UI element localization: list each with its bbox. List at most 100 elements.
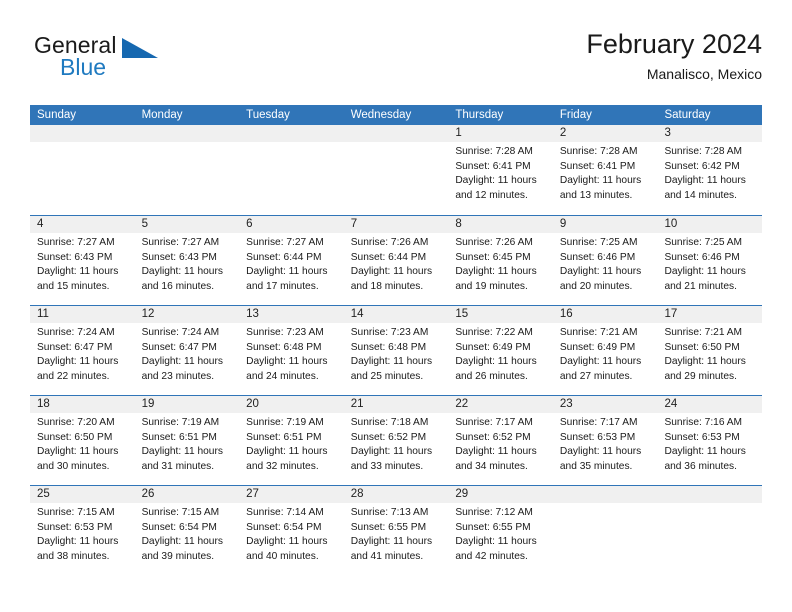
day-cell[interactable]: 29 Sunrise: 7:12 AM Sunset: 6:55 PM Dayligh…	[448, 486, 553, 575]
day-cell[interactable]: 24 Sunrise: 7:16 AM Sunset: 6:53 PM Dayligh…	[657, 396, 763, 485]
page-subtitle: Manalisco, Mexico	[646, 66, 762, 82]
day-cell[interactable]: 9 Sunrise: 7:25 AM Sunset: 6:46 PM Daylight…	[552, 216, 658, 305]
day-cell[interactable]: 13 Sunrise: 7:23 AM Sunset: 6:48 PM Dayligh…	[239, 306, 344, 395]
day-cell[interactable]: 8 Sunrise: 7:26 AM Sunset: 6:45 PM Daylight…	[448, 216, 553, 305]
day-info: Sunrise: 7:20 AM Sunset: 6:50 PM Daylight:…	[30, 413, 135, 474]
day-cell[interactable]: 23 Sunrise: 7:17 AM Sunset: 6:53 PM Dayligh…	[552, 396, 658, 485]
day-cell-empty	[552, 486, 658, 575]
day-sunrise-text: Sunrise: 7:23 AM	[350, 327, 429, 338]
day-daylight-1-text: Daylight: 11 hours	[559, 175, 642, 187]
day-cell[interactable]: 27 Sunrise: 7:14 AM Sunset: 6:54 PM Dayligh…	[239, 486, 344, 575]
day-cell[interactable]: 17 Sunrise: 7:21 AM Sunset: 6:50 PM Dayligh…	[657, 306, 763, 395]
day-sunset-text: Sunset: 6:52 PM	[350, 431, 427, 443]
logo-triangle-icon	[122, 38, 158, 58]
day-cell[interactable]: 1 Sunrise: 7:28 AM Sunset: 6:41 PM Daylight…	[448, 125, 553, 215]
day-cell[interactable]: 10 Sunrise: 7:25 AM Sunset: 6:46 PM Dayligh…	[657, 216, 763, 305]
day-cell[interactable]: 20 Sunrise: 7:19 AM Sunset: 6:51 PM Dayligh…	[239, 396, 344, 485]
day-cell-empty	[239, 125, 344, 215]
day-cell[interactable]: 6 Sunrise: 7:27 AM Sunset: 6:44 PM Daylight…	[239, 216, 344, 305]
day-number-band: 17	[657, 306, 763, 323]
day-cell[interactable]: 25 Sunrise: 7:15 AM Sunset: 6:53 PM Dayligh…	[30, 486, 135, 575]
day-sunrise-text: Sunrise: 7:13 AM	[350, 507, 429, 518]
day-daylight-2-text: and 32 minutes.	[246, 460, 319, 472]
day-sunset-text: Sunset: 6:41 PM	[455, 160, 531, 172]
day-cell-empty	[657, 486, 763, 575]
day-number: 17	[664, 308, 678, 320]
day-daylight-2-text: and 41 minutes.	[350, 550, 424, 562]
day-cell[interactable]: 21 Sunrise: 7:18 AM Sunset: 6:52 PM Dayligh…	[343, 396, 449, 485]
day-daylight-1-text: Daylight: 11 hours	[455, 536, 537, 548]
calendar-page: General Blue February 2024 Manalisco, Me…	[0, 0, 792, 612]
day-number-band	[30, 125, 135, 142]
day-sunset-text: Sunset: 6:51 PM	[141, 431, 217, 443]
day-daylight-2-text: and 39 minutes.	[141, 550, 215, 562]
day-cell[interactable]: 18 Sunrise: 7:20 AM Sunset: 6:50 PM Dayligh…	[30, 396, 135, 485]
day-info: Sunrise: 7:23 AM Sunset: 6:48 PM Daylight:…	[344, 323, 449, 384]
day-cell[interactable]: 22 Sunrise: 7:17 AM Sunset: 6:52 PM Dayligh…	[448, 396, 553, 485]
day-sunrise-text: Sunrise: 7:16 AM	[664, 417, 743, 428]
day-sunrise-text: Sunrise: 7:21 AM	[559, 327, 638, 338]
day-daylight-2-text: and 15 minutes.	[37, 280, 110, 292]
day-info: Sunrise: 7:23 AM Sunset: 6:48 PM Daylight:…	[239, 323, 344, 384]
day-number-band: 11	[30, 306, 135, 323]
day-daylight-1-text: Daylight: 11 hours	[37, 446, 119, 458]
day-number: 5	[141, 218, 148, 230]
day-number: 11	[37, 308, 49, 320]
day-cell[interactable]: 14 Sunrise: 7:23 AM Sunset: 6:48 PM Dayligh…	[343, 306, 449, 395]
day-cell[interactable]: 2 Sunrise: 7:28 AM Sunset: 6:41 PM Daylight…	[552, 125, 658, 215]
day-number: 6	[246, 218, 253, 230]
general-blue-logo[interactable]: General Blue	[34, 32, 234, 92]
day-sunset-text: Sunset: 6:42 PM	[664, 160, 740, 172]
day-number: 19	[141, 398, 155, 410]
day-info: Sunrise: 7:19 AM Sunset: 6:51 PM Daylight:…	[135, 413, 240, 474]
day-number-band: 5	[134, 216, 240, 233]
day-info: Sunrise: 7:13 AM Sunset: 6:55 PM Daylight:…	[344, 503, 449, 564]
day-cell[interactable]: 5 Sunrise: 7:27 AM Sunset: 6:43 PM Daylight…	[134, 216, 240, 305]
day-daylight-1-text: Daylight: 11 hours	[246, 266, 328, 278]
logo-text-blue: Blue	[60, 54, 107, 80]
day-daylight-2-text: and 14 minutes.	[664, 189, 737, 201]
day-daylight-2-text: and 23 minutes.	[141, 370, 215, 382]
weekday-header-thursday: Thursday	[455, 109, 504, 121]
day-cell[interactable]: 19 Sunrise: 7:19 AM Sunset: 6:51 PM Dayligh…	[134, 396, 240, 485]
day-info: Sunrise: 7:27 AM Sunset: 6:44 PM Daylight:…	[239, 233, 344, 294]
day-number: 15	[455, 308, 469, 320]
calendar-week-row: 11 Sunrise: 7:24 AM Sunset: 6:47 PM Dayligh…	[30, 305, 763, 395]
day-number: 1	[455, 127, 462, 139]
day-daylight-2-text: and 33 minutes.	[350, 460, 424, 472]
day-daylight-1-text: Daylight: 11 hours	[246, 536, 328, 548]
day-number-band	[657, 486, 763, 503]
day-daylight-2-text: and 27 minutes.	[559, 370, 633, 382]
day-number: 29	[455, 488, 469, 500]
day-number-band: 13	[239, 306, 344, 323]
day-sunset-text: Sunset: 6:44 PM	[246, 251, 322, 263]
day-cell[interactable]: 15 Sunrise: 7:22 AM Sunset: 6:49 PM Dayligh…	[448, 306, 553, 395]
day-cell[interactable]: 16 Sunrise: 7:21 AM Sunset: 6:49 PM Dayligh…	[552, 306, 658, 395]
day-daylight-1-text: Daylight: 11 hours	[664, 446, 746, 458]
day-cell[interactable]: 7 Sunrise: 7:26 AM Sunset: 6:44 PM Daylight…	[343, 216, 449, 305]
day-daylight-2-text: and 34 minutes.	[455, 460, 528, 472]
day-cell[interactable]: 12 Sunrise: 7:24 AM Sunset: 6:47 PM Dayligh…	[134, 306, 240, 395]
day-number-band: 21	[343, 396, 449, 413]
day-cell[interactable]: 26 Sunrise: 7:15 AM Sunset: 6:54 PM Dayligh…	[134, 486, 240, 575]
day-sunset-text: Sunset: 6:50 PM	[664, 341, 740, 353]
title-block: February 2024 Manalisco, Mexico	[586, 28, 762, 84]
day-info: Sunrise: 7:28 AM Sunset: 6:41 PM Daylight:…	[448, 142, 553, 203]
day-number-band: 10	[657, 216, 763, 233]
day-number: 8	[455, 218, 462, 230]
day-sunset-text: Sunset: 6:46 PM	[559, 251, 636, 263]
day-daylight-2-text: and 29 minutes.	[664, 370, 737, 382]
day-cell[interactable]: 3 Sunrise: 7:28 AM Sunset: 6:42 PM Daylight…	[657, 125, 763, 215]
day-number: 22	[455, 398, 469, 410]
day-sunrise-text: Sunrise: 7:21 AM	[664, 327, 743, 338]
day-cell[interactable]: 11 Sunrise: 7:24 AM Sunset: 6:47 PM Dayligh…	[30, 306, 135, 395]
day-sunset-text: Sunset: 6:53 PM	[664, 431, 740, 443]
day-daylight-2-text: and 22 minutes.	[37, 370, 110, 382]
day-cell[interactable]: 4 Sunrise: 7:27 AM Sunset: 6:43 PM Daylight…	[30, 216, 135, 305]
day-cell[interactable]: 28 Sunrise: 7:13 AM Sunset: 6:55 PM Dayligh…	[343, 486, 449, 575]
day-number-band: 8	[448, 216, 553, 233]
day-number-band	[239, 125, 344, 142]
day-sunset-text: Sunset: 6:43 PM	[141, 251, 217, 263]
day-number: 21	[350, 398, 364, 410]
day-number-band: 2	[552, 125, 658, 142]
